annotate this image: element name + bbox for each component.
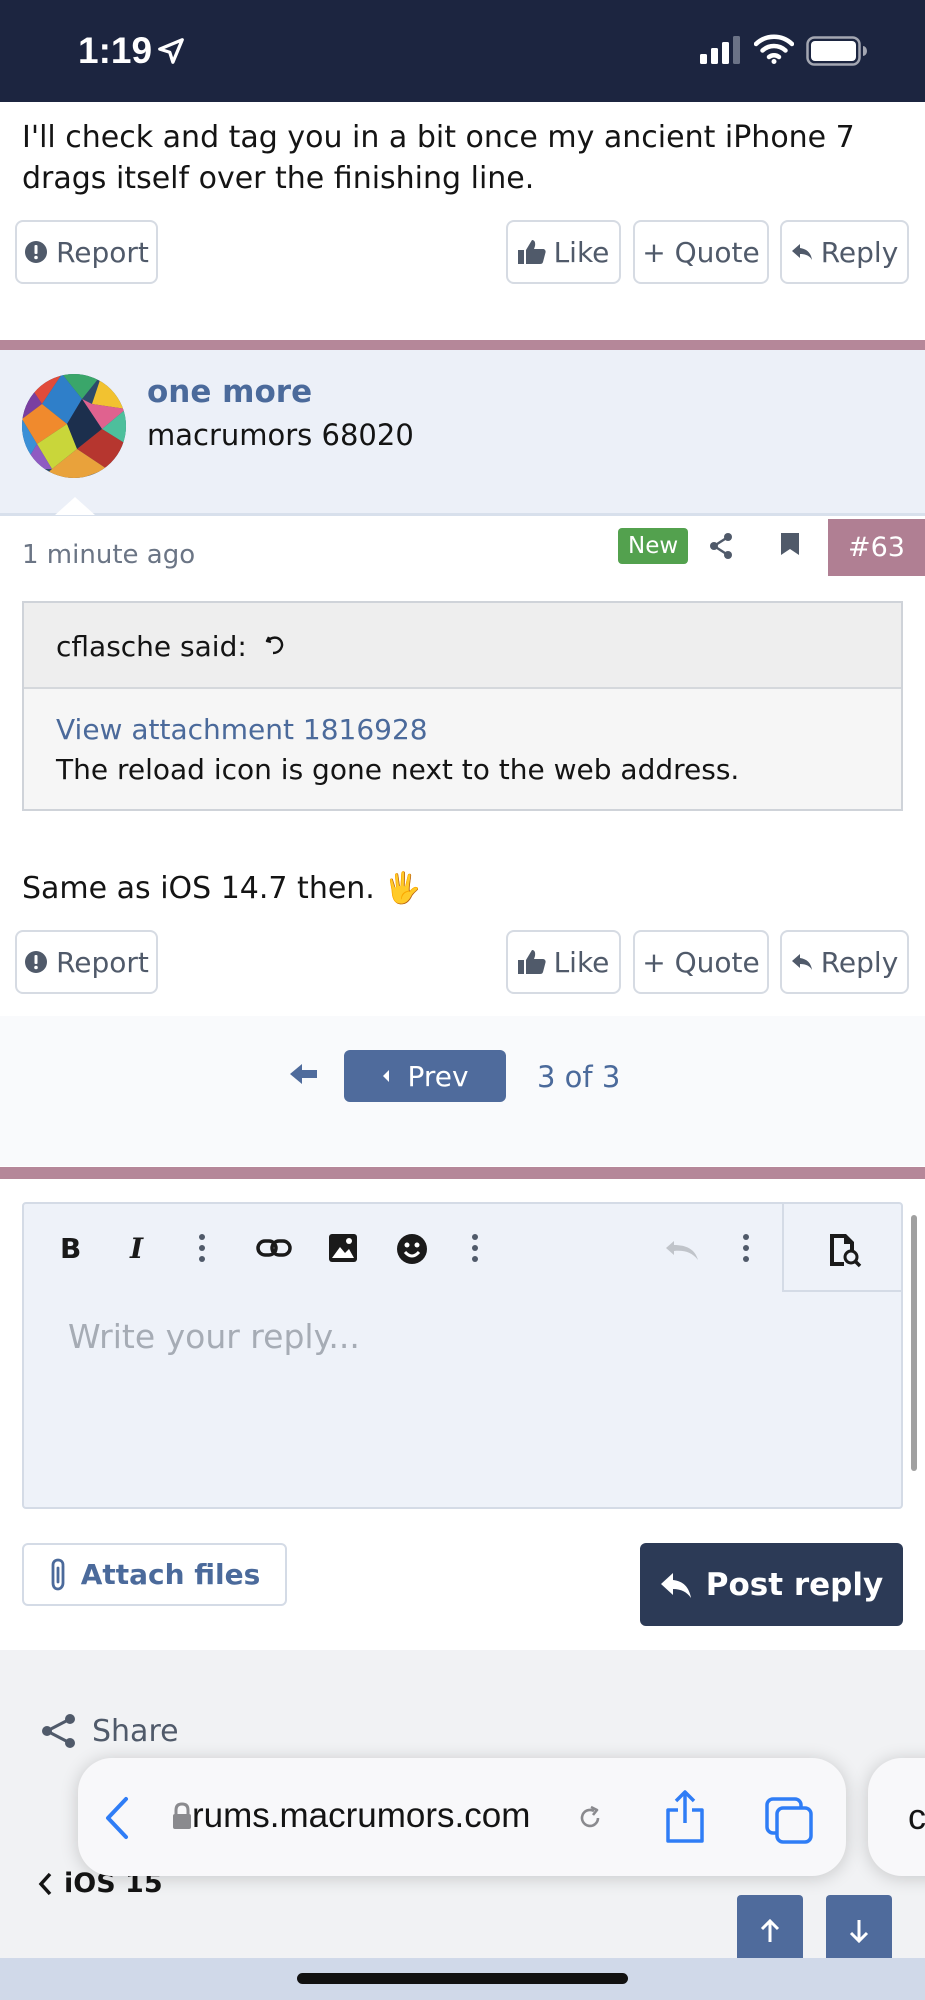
share-sheet-icon[interactable]	[664, 1790, 706, 1844]
arrow-down-icon	[848, 1918, 870, 1944]
share-icon	[40, 1713, 78, 1749]
share-icon[interactable]	[708, 532, 734, 560]
link-icon[interactable]	[256, 1234, 292, 1262]
share-label: Share	[92, 1713, 179, 1749]
chevron-left-icon	[38, 1872, 52, 1896]
reply-arrow-icon	[791, 952, 813, 972]
alert-icon	[24, 240, 48, 264]
quote-label: + Quote	[642, 235, 760, 269]
page-indicator[interactable]: 3 of 3	[537, 1060, 620, 1094]
preview-toggle[interactable]	[782, 1204, 901, 1292]
like-label: Like	[553, 945, 610, 979]
quote-label: + Quote	[642, 945, 760, 979]
undo-icon[interactable]	[664, 1238, 700, 1262]
back-arrow-icon[interactable]	[290, 1062, 318, 1086]
reply-separator	[0, 1167, 925, 1179]
lock-icon	[172, 1802, 192, 1830]
report-button[interactable]: Report	[15, 930, 158, 994]
post-number[interactable]: #63	[828, 519, 925, 576]
post-timestamp[interactable]: 1 minute ago	[22, 540, 195, 570]
quote-block: cflasche said: View attachment 1816928 T…	[22, 601, 903, 811]
report-button[interactable]: Report	[15, 220, 158, 284]
attach-files-button[interactable]: Attach files	[22, 1543, 287, 1606]
status-bar: 1:19	[0, 0, 925, 102]
quote-text: The reload icon is gone next to the web …	[56, 753, 740, 786]
editor-scrollbar[interactable]	[911, 1215, 917, 1471]
paperclip-icon	[49, 1558, 69, 1592]
browser-back-icon[interactable]	[104, 1796, 130, 1840]
thumbs-up-icon	[517, 949, 546, 975]
image-icon[interactable]	[328, 1233, 358, 1263]
report-label: Report	[56, 945, 149, 979]
arrow-up-icon	[759, 1918, 781, 1944]
next-tab-preview[interactable]: c	[868, 1758, 925, 1876]
post-reply-button[interactable]: Post reply	[640, 1543, 903, 1626]
more-options-icon[interactable]	[196, 1233, 208, 1263]
username-link[interactable]: one more	[147, 374, 312, 410]
prev-page-button[interactable]: Prev	[344, 1050, 506, 1102]
attachment-link[interactable]: View attachment 1816928	[56, 713, 428, 746]
tabs-icon[interactable]	[764, 1796, 814, 1844]
chevron-left-icon	[381, 1069, 391, 1083]
go-to-quote-icon[interactable]	[264, 633, 286, 657]
status-time: 1:19	[78, 30, 153, 71]
bookmark-icon[interactable]	[780, 532, 800, 556]
reply-button[interactable]: Reply	[780, 930, 909, 994]
alert-icon	[24, 950, 48, 974]
svg-text:B: B	[60, 1232, 81, 1265]
like-button[interactable]: Like	[506, 220, 621, 284]
attach-files-label: Attach files	[80, 1558, 261, 1591]
new-badge: New	[618, 528, 689, 564]
avatar[interactable]	[22, 374, 126, 478]
reply-label: Reply	[820, 945, 899, 979]
reply-placeholder: Write your reply...	[68, 1317, 360, 1356]
emoji-icon[interactable]	[396, 1233, 428, 1265]
quote-button[interactable]: + Quote	[633, 220, 769, 284]
more-editor-icon[interactable]	[740, 1233, 752, 1263]
scroll-up-button[interactable]	[737, 1895, 803, 1967]
italic-icon[interactable]: I	[128, 1228, 154, 1268]
next-tab-glyph: c	[908, 1796, 925, 1837]
thumbs-up-icon	[517, 239, 546, 265]
user-title: macrumors 68020	[147, 418, 414, 452]
post-reply-label: Post reply	[705, 1566, 884, 1603]
home-indicator[interactable]	[297, 1973, 628, 1984]
reply-button[interactable]: Reply	[780, 220, 909, 284]
quote-button[interactable]: + Quote	[633, 930, 769, 994]
quote-author: cflasche said:	[56, 630, 247, 663]
scroll-down-button[interactable]	[826, 1895, 892, 1967]
share-thread-link[interactable]: Share	[40, 1713, 179, 1749]
user-header	[0, 350, 925, 516]
like-label: Like	[553, 235, 610, 269]
svg-text:I: I	[129, 1232, 144, 1265]
reload-icon[interactable]	[576, 1804, 604, 1832]
url-text[interactable]: rums.macrumors.com	[192, 1796, 568, 1836]
like-button[interactable]: Like	[506, 930, 621, 994]
preview-icon	[828, 1232, 862, 1268]
avatar-pointer	[55, 497, 95, 515]
reply-label: Reply	[820, 235, 899, 269]
cellular-signal-icon	[700, 36, 742, 64]
prev-label: Prev	[407, 1059, 469, 1093]
location-arrow-icon	[156, 36, 186, 66]
report-label: Report	[56, 235, 149, 269]
reply-arrow-icon	[660, 1571, 692, 1599]
reply-arrow-icon	[791, 242, 813, 262]
more-insert-icon[interactable]	[469, 1233, 481, 1263]
bold-icon[interactable]: B	[58, 1228, 86, 1268]
quote-header: cflasche said:	[24, 603, 901, 689]
battery-icon	[806, 36, 868, 66]
wifi-icon	[754, 34, 794, 64]
previous-post-text: I'll check and tag you in a bit once my …	[22, 120, 855, 196]
post-body: Same as iOS 14.7 then. 🖐️	[22, 871, 422, 906]
